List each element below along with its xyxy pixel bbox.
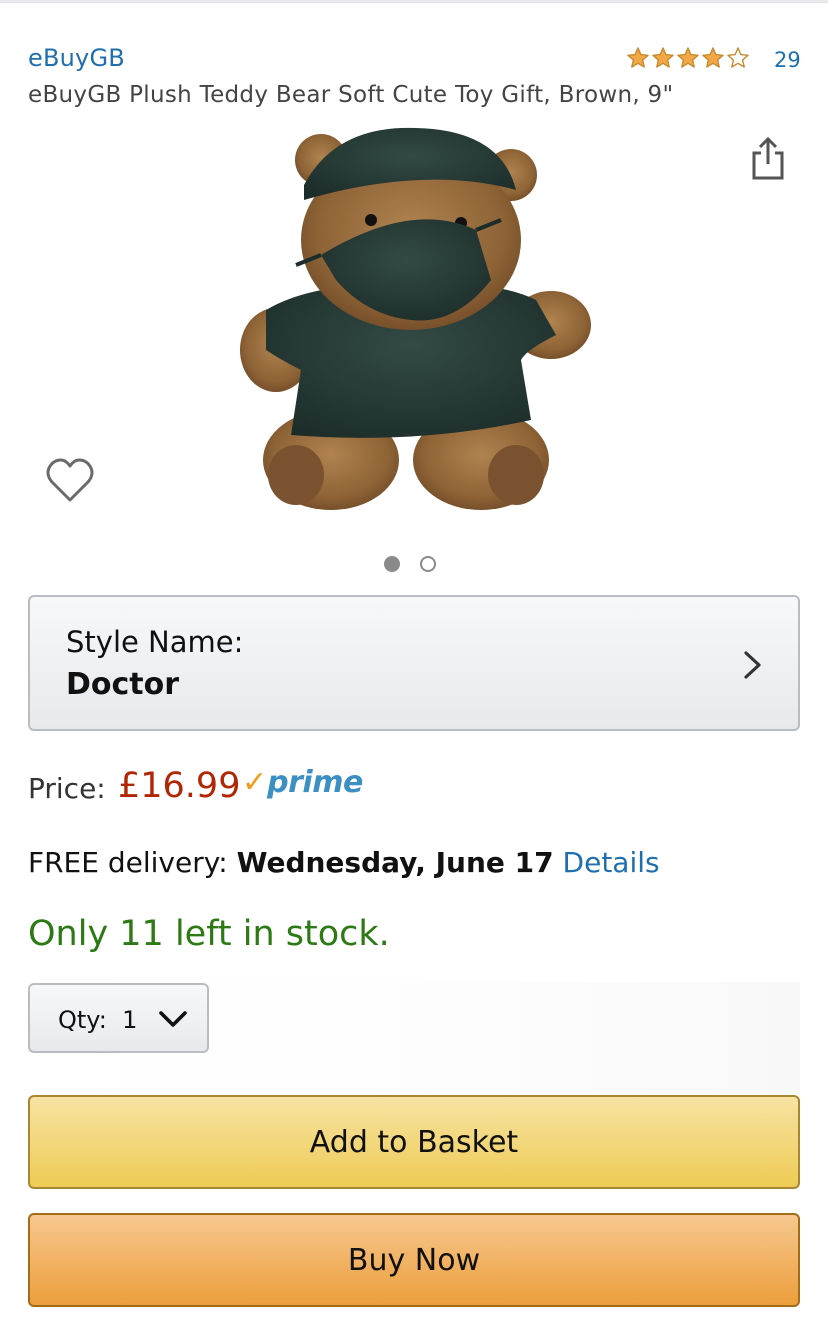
price-label: Price:: [28, 772, 106, 805]
image-carousel-dots[interactable]: [384, 556, 436, 572]
star-filled-icon: [652, 47, 674, 68]
carousel-dot-1[interactable]: [384, 556, 400, 572]
heart-icon[interactable]: [44, 456, 96, 506]
price-value: £16.99: [118, 766, 241, 806]
stock-status: Only 11 left in stock.: [28, 914, 390, 954]
product-image[interactable]: [226, 120, 606, 530]
share-icon[interactable]: [748, 136, 788, 182]
top-divider: [0, 0, 828, 3]
buy-now-button[interactable]: Buy Now: [28, 1213, 800, 1307]
review-count-link[interactable]: 29: [774, 48, 801, 72]
star-filled-icon: [702, 47, 724, 68]
brand-link[interactable]: eBuyGB: [28, 44, 125, 72]
chevron-right-icon: [742, 649, 764, 681]
style-selector[interactable]: Style Name: Doctor: [28, 595, 800, 731]
style-value: Doctor: [66, 667, 180, 702]
delivery-details-link[interactable]: Details: [563, 846, 660, 879]
product-title: eBuyGB Plush Teddy Bear Soft Cute Toy Gi…: [28, 82, 674, 108]
prime-logo-text: prime: [267, 765, 363, 800]
star-filled-icon: [627, 47, 649, 68]
quantity-label: Qty: 1: [58, 1006, 138, 1034]
carousel-dot-2[interactable]: [420, 556, 436, 572]
prime-check-icon: ✓: [242, 765, 268, 800]
delivery-prefix: FREE delivery:: [28, 846, 237, 879]
chevron-down-icon: [158, 1009, 188, 1029]
add-to-basket-button[interactable]: Add to Basket: [28, 1095, 800, 1189]
delivery-date: Wednesday, June 17: [236, 846, 554, 879]
quantity-value: 1: [122, 1006, 138, 1034]
style-label: Style Name:: [66, 625, 244, 659]
star-rating[interactable]: [626, 46, 750, 70]
prime-badge: ✓ prime: [242, 766, 363, 800]
delivery-info: FREE delivery: Wednesday, June 17 Detail…: [28, 846, 660, 879]
star-empty-icon: [727, 47, 749, 68]
quantity-dropdown[interactable]: Qty: 1: [28, 983, 209, 1053]
star-filled-icon: [677, 47, 699, 68]
